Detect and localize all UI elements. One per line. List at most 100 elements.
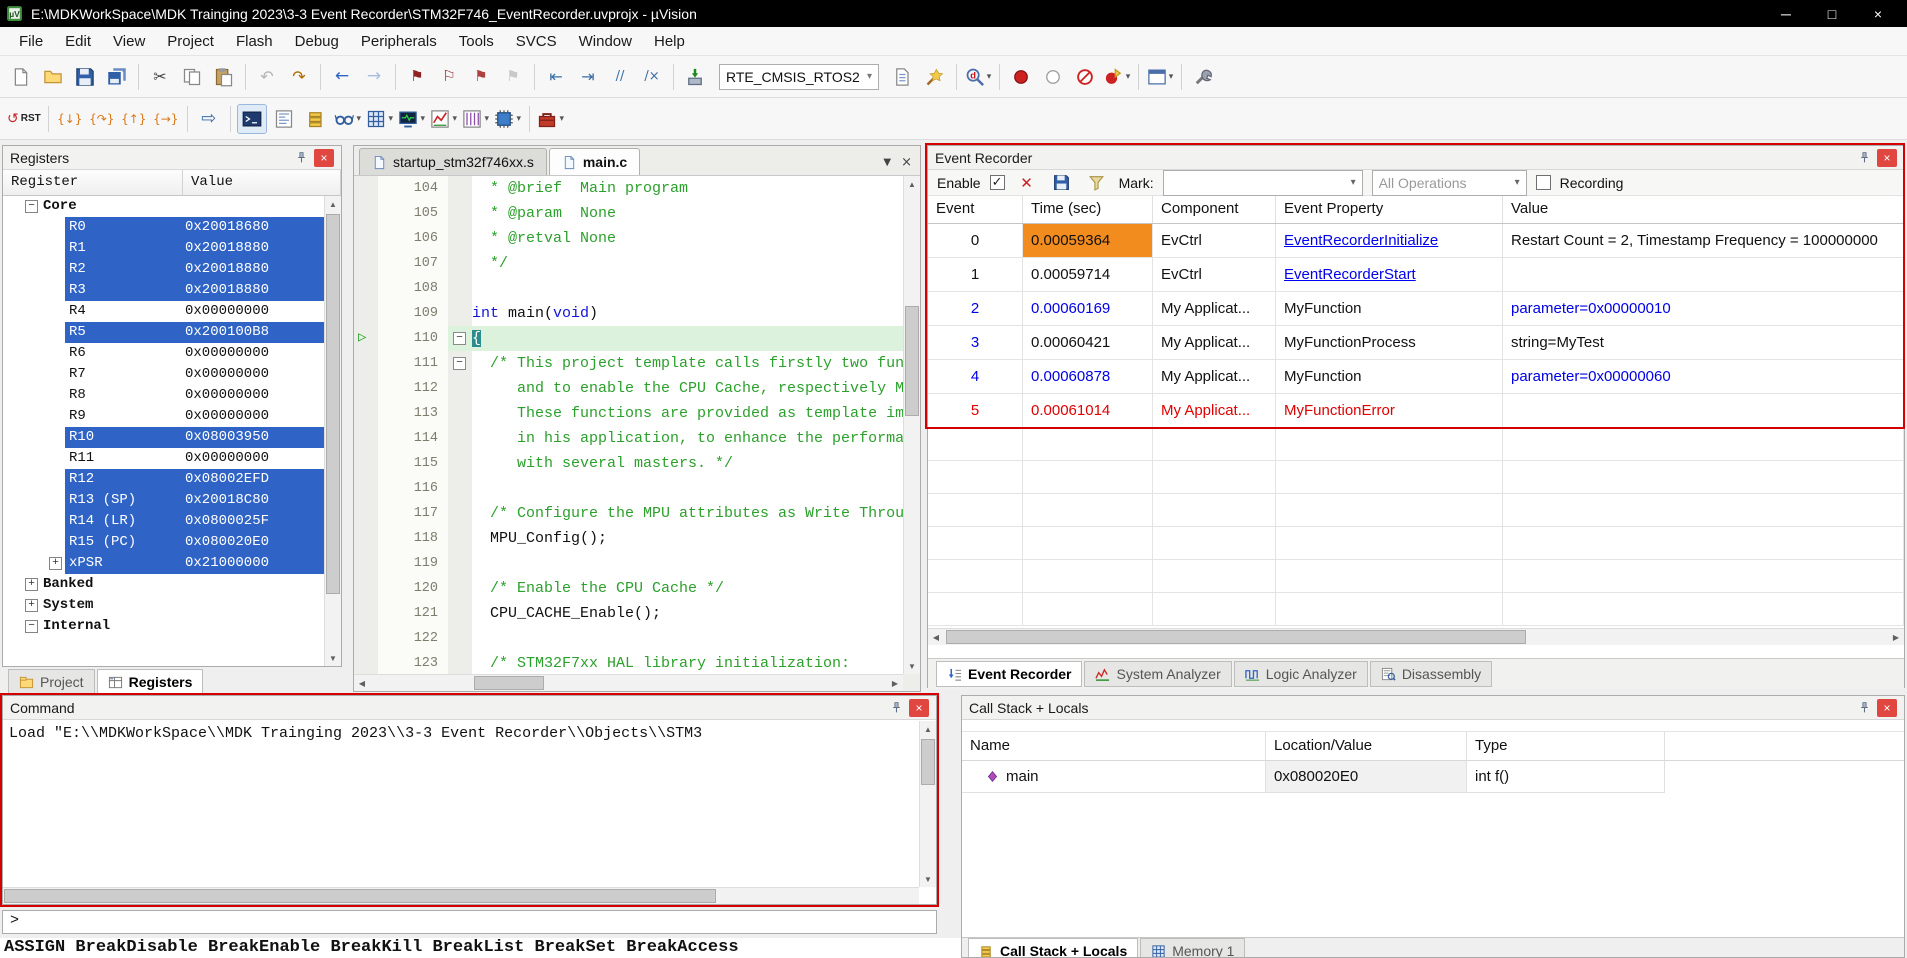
document-tab-main-c[interactable]: main.c <box>549 148 640 175</box>
register-row[interactable]: R30x20018880 <box>3 280 324 301</box>
register-row[interactable]: R50x200100B8 <box>3 322 324 343</box>
register-row[interactable]: R90x00000000 <box>3 406 324 427</box>
undo-button[interactable]: ↶ <box>252 62 282 92</box>
collapse-icon[interactable]: − <box>25 200 38 213</box>
disassembly-window-button[interactable] <box>269 104 299 134</box>
copy-button[interactable] <box>177 62 207 92</box>
code-line[interactable]: 116 <box>354 476 903 501</box>
tab-registers[interactable]: Registers <box>97 669 204 695</box>
breakpoint-margin[interactable] <box>354 426 378 451</box>
expand-icon[interactable]: + <box>25 599 38 612</box>
redo-button[interactable]: ↷ <box>284 62 314 92</box>
recording-checkbox[interactable] <box>1536 175 1551 190</box>
register-row[interactable]: R40x00000000 <box>3 301 324 322</box>
close-panel-button[interactable]: × <box>1877 149 1897 167</box>
bookmark-toggle-button[interactable]: ⚑ <box>402 62 432 92</box>
breakpoint-margin[interactable] <box>354 276 378 301</box>
event-table-hscrollbar[interactable]: ◀ ▶ <box>928 628 1904 645</box>
register-row[interactable]: +xPSR0x21000000 <box>3 553 324 574</box>
editor-vscrollbar[interactable]: ▲ ▼ <box>903 176 920 674</box>
register-row[interactable]: +Banked <box>3 574 324 595</box>
scroll-right-button[interactable]: ▶ <box>887 675 903 691</box>
register-row[interactable]: +System <box>3 595 324 616</box>
pin-button[interactable] <box>1854 699 1874 717</box>
breakpoint-margin[interactable] <box>354 451 378 476</box>
target-select[interactable]: RTE_CMSIS_RTOS2▾ <box>719 64 879 90</box>
breakpoint-margin[interactable] <box>354 501 378 526</box>
paste-button[interactable] <box>209 62 239 92</box>
save-events-button[interactable] <box>1050 171 1074 195</box>
uncomment-lines-button[interactable]: /× <box>637 62 667 92</box>
run-to-cursor-button[interactable]: {→} <box>151 104 181 134</box>
callstack-row[interactable]: main0x080020E0int f() <box>962 761 1904 793</box>
pin-button[interactable] <box>291 149 311 167</box>
reset-cpu-button[interactable]: ↺RST <box>6 104 42 134</box>
clear-events-button[interactable]: ✕ <box>1015 171 1039 195</box>
close-panel-button[interactable]: × <box>314 149 334 167</box>
step-into-button[interactable]: {↓} <box>55 104 85 134</box>
analysis-window-button[interactable]: ▾ <box>429 104 459 134</box>
register-row[interactable]: R00x20018680 <box>3 217 324 238</box>
code-line[interactable]: 119 <box>354 551 903 576</box>
event-property-link[interactable]: EventRecorderInitialize <box>1276 224 1503 258</box>
save-all-button[interactable] <box>102 62 132 92</box>
menu-tools[interactable]: Tools <box>448 29 505 54</box>
trace-window-button[interactable]: ▾ <box>461 104 491 134</box>
maximize-button[interactable]: □ <box>1809 0 1855 27</box>
code-line[interactable]: 117 /* Configure the MPU attributes as W… <box>354 501 903 526</box>
breakpoint-kill-button[interactable] <box>1070 62 1100 92</box>
unindent-button[interactable]: ⇤ <box>541 62 571 92</box>
command-hscrollbar[interactable] <box>3 887 919 904</box>
breakpoint-margin[interactable] <box>354 401 378 426</box>
scrollbar-thumb[interactable] <box>4 889 716 903</box>
register-row[interactable]: R20x20018880 <box>3 259 324 280</box>
pin-button[interactable] <box>1854 149 1874 167</box>
comment-lines-button[interactable]: // <box>605 62 635 92</box>
editor-hscrollbar[interactable]: ◀ ▶ <box>354 674 903 691</box>
code-line[interactable]: 122 <box>354 626 903 651</box>
close-button[interactable]: × <box>1855 0 1901 27</box>
tab-disassembly[interactable]: Disassembly <box>1370 661 1492 687</box>
breakpoint-margin[interactable] <box>354 226 378 251</box>
new-file-button[interactable] <box>6 62 36 92</box>
window-split-button[interactable]: ▾ <box>1145 62 1175 92</box>
sysviewer-window-button[interactable]: ▾ <box>493 104 523 134</box>
register-row[interactable]: R100x08003950 <box>3 427 324 448</box>
tab-project[interactable]: Project <box>8 669 95 695</box>
expand-icon[interactable]: + <box>49 557 62 570</box>
tab-system-analyzer[interactable]: System Analyzer <box>1084 661 1231 687</box>
indent-button[interactable]: ⇥ <box>573 62 603 92</box>
scroll-right-button[interactable]: ▶ <box>1888 629 1904 645</box>
event-row[interactable]: 30.00060421My Applicat...MyFunctionProce… <box>928 326 1904 360</box>
menu-project[interactable]: Project <box>156 29 225 54</box>
configure-tools-button[interactable] <box>1188 62 1218 92</box>
register-row[interactable]: R120x08002EFD <box>3 469 324 490</box>
save-file-button[interactable] <box>70 62 100 92</box>
bookmark-clear-button[interactable]: ⚑ <box>498 62 528 92</box>
open-file-button[interactable] <box>38 62 68 92</box>
watch-window-button[interactable]: ▾ <box>333 104 363 134</box>
menu-svcs[interactable]: SVCS <box>505 29 568 54</box>
code-line[interactable]: 113 These functions are provided as temp… <box>354 401 903 426</box>
cut-button[interactable]: ✂ <box>145 62 175 92</box>
menu-peripherals[interactable]: Peripherals <box>350 29 448 54</box>
enable-checkbox[interactable] <box>990 175 1005 190</box>
step-out-button[interactable]: {↑} <box>119 104 149 134</box>
breakpoint-enable-all-button[interactable]: ▾ <box>1102 62 1132 92</box>
step-over-button[interactable]: {↷} <box>87 104 117 134</box>
breakpoint-margin[interactable] <box>354 526 378 551</box>
command-input[interactable]: > <box>2 910 937 934</box>
memory-window-button[interactable]: ▾ <box>365 104 395 134</box>
event-row[interactable]: 00.00059364EvCtrlEventRecorderInitialize… <box>928 224 1904 258</box>
code-line[interactable]: 114 in his application, to enhance the p… <box>354 426 903 451</box>
event-row[interactable]: 10.00059714EvCtrlEventRecorderStart <box>928 258 1904 292</box>
code-line[interactable]: 115 with several masters. */ <box>354 451 903 476</box>
tab-call-stack-locals[interactable]: Call Stack + Locals <box>968 938 1138 957</box>
scroll-left-button[interactable]: ◀ <box>354 675 370 691</box>
register-row[interactable]: R110x00000000 <box>3 448 324 469</box>
options-target-button[interactable] <box>920 62 950 92</box>
code-line[interactable]: 123 /* STM32F7xx HAL library initializat… <box>354 651 903 674</box>
scroll-down-button[interactable]: ▼ <box>920 871 936 887</box>
scroll-up-button[interactable]: ▲ <box>904 176 920 192</box>
breakpoint-margin[interactable] <box>354 376 378 401</box>
